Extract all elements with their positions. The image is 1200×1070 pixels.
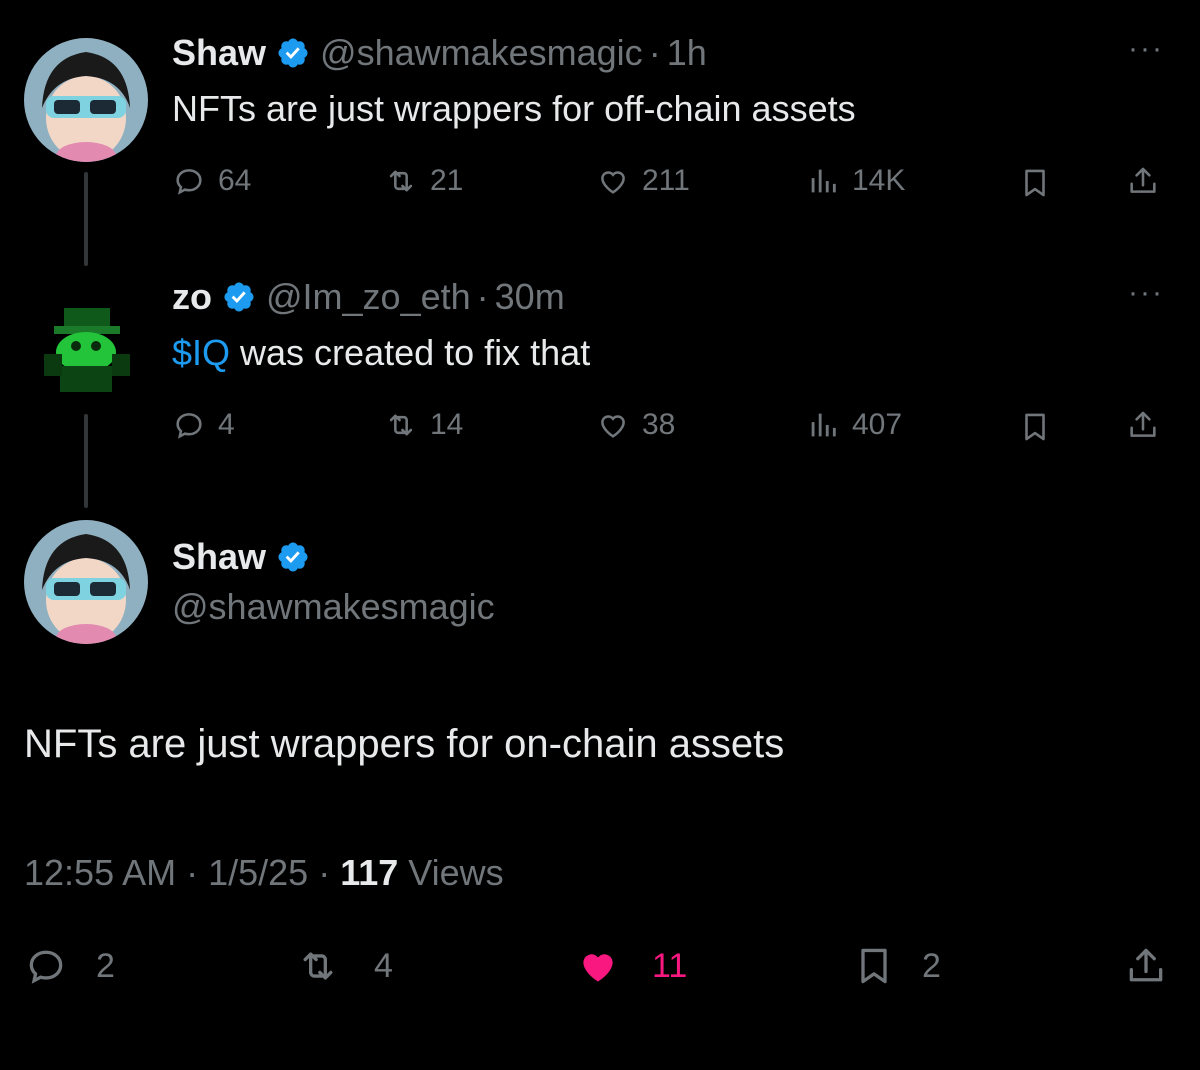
main-share-button[interactable] <box>1124 944 1168 988</box>
main-time[interactable]: 12:55 AM <box>24 852 176 893</box>
verified-icon <box>224 282 254 312</box>
main-bookmark-button[interactable]: 2 <box>852 944 941 988</box>
tweet2-name[interactable]: zo <box>172 276 212 318</box>
main-meta: 12:55 AM · 1/5/25 · 117 Views <box>24 852 504 894</box>
avatar-shaw-image <box>24 38 148 162</box>
main-name[interactable]: Shaw <box>172 536 266 578</box>
main-bookmark-count: 2 <box>922 946 941 985</box>
main-reply-button[interactable]: 2 <box>24 944 115 988</box>
main-retweet-button[interactable]: 4 <box>296 944 393 988</box>
tweet1-reply-button[interactable]: 64 <box>172 164 251 198</box>
main-reply-count: 2 <box>96 946 115 985</box>
tweet2-views-button[interactable]: 407 <box>806 408 902 442</box>
tweet2-retweet-button[interactable]: 14 <box>384 408 463 442</box>
share-icon <box>1130 167 1156 193</box>
thread-line-2 <box>84 414 88 508</box>
main-name-row: Shaw <box>172 534 320 580</box>
reply-icon <box>176 169 202 195</box>
tweet1-text: NFTs are just wrappers for off-chain ass… <box>172 88 856 129</box>
tweet1-more-button[interactable]: ··· <box>1128 32 1164 66</box>
thread-line-1 <box>84 172 88 266</box>
tweet1-retweet-button[interactable]: 21 <box>384 164 463 198</box>
tweet2-retweet-count: 14 <box>430 408 464 441</box>
tweet1-views-count: 14K <box>852 164 906 197</box>
main-sep2: · <box>308 852 341 893</box>
verified-icon <box>278 542 308 572</box>
bookmark-icon <box>861 948 887 984</box>
reply-icon <box>176 413 202 439</box>
tweet1-bookmark-button[interactable] <box>1018 166 1052 200</box>
tweet2-like-count: 38 <box>642 408 676 441</box>
views-icon <box>811 169 836 193</box>
main-tweet-text: NFTs are just wrappers for on-chain asse… <box>24 722 785 766</box>
tweet2-bookmark-button[interactable] <box>1018 410 1052 444</box>
views-icon <box>811 413 836 437</box>
tweet2-time[interactable]: 30m <box>495 276 565 318</box>
avatar-shaw[interactable] <box>24 38 148 162</box>
retweet-icon <box>389 414 413 436</box>
avatar-zo-image <box>44 308 130 392</box>
tweet1-retweet-count: 21 <box>430 164 464 197</box>
tweet2-views-count: 407 <box>852 408 903 441</box>
main-like-count: 11 <box>652 946 688 985</box>
tweet2-reply-button[interactable]: 4 <box>172 408 235 442</box>
main-views-count[interactable]: 117 <box>340 852 398 893</box>
retweet-icon <box>389 170 413 192</box>
tweet2-sep: · <box>476 276 489 317</box>
tweet2-text-body: was created to fix that <box>230 332 591 373</box>
main-retweet-count: 4 <box>374 946 393 985</box>
tweet1-header: Shaw @shawmakesmagic · 1h <box>172 30 707 76</box>
more-icon: ··· <box>1128 32 1164 65</box>
like-icon <box>601 415 625 438</box>
tweet1-time[interactable]: 1h <box>667 32 707 74</box>
tweet2-share-button[interactable] <box>1126 408 1160 442</box>
tweet2-like-button[interactable]: 38 <box>596 408 675 442</box>
main-handle[interactable]: @shawmakesmagic <box>172 586 495 628</box>
tweet1-handle[interactable]: @shawmakesmagic <box>320 32 643 74</box>
verified-icon <box>278 38 308 68</box>
tweet2-reply-count: 4 <box>218 408 235 441</box>
tweet1-reply-count: 64 <box>218 164 252 197</box>
tweet1-like-count: 211 <box>642 164 690 197</box>
tweet1-views-button[interactable]: 14K <box>806 164 905 198</box>
share-icon <box>1129 948 1163 982</box>
tweet1-like-button[interactable]: 211 <box>596 164 690 198</box>
more-icon: ··· <box>1128 276 1164 309</box>
bookmark-icon <box>1025 169 1045 197</box>
main-date[interactable]: 1/5/25 <box>208 852 308 893</box>
bookmark-icon <box>1025 413 1045 441</box>
tweet1-sep: · <box>648 32 661 73</box>
tweet1-share-button[interactable] <box>1126 164 1160 198</box>
main-views-label: Views <box>398 852 504 893</box>
reply-icon <box>29 950 63 984</box>
like-icon <box>583 954 613 982</box>
tweet1-name[interactable]: Shaw <box>172 32 266 74</box>
retweet-icon <box>303 952 333 980</box>
tweet2-header: zo @Im_zo_eth · 30m <box>172 274 565 320</box>
avatar-zo[interactable] <box>30 290 142 402</box>
tweet2-handle[interactable]: @Im_zo_eth <box>266 276 471 318</box>
avatar-shaw-main[interactable] <box>24 520 148 644</box>
avatar-shaw-main-image <box>24 520 148 644</box>
like-icon <box>601 171 625 194</box>
main-sep1: · <box>176 852 209 893</box>
share-icon <box>1130 411 1156 437</box>
cashtag-link[interactable]: $IQ <box>172 332 230 373</box>
tweet2-text: $IQ was created to fix that <box>172 332 590 374</box>
tweet2-more-button[interactable]: ··· <box>1128 276 1164 310</box>
main-like-button[interactable]: 11 <box>576 944 687 988</box>
